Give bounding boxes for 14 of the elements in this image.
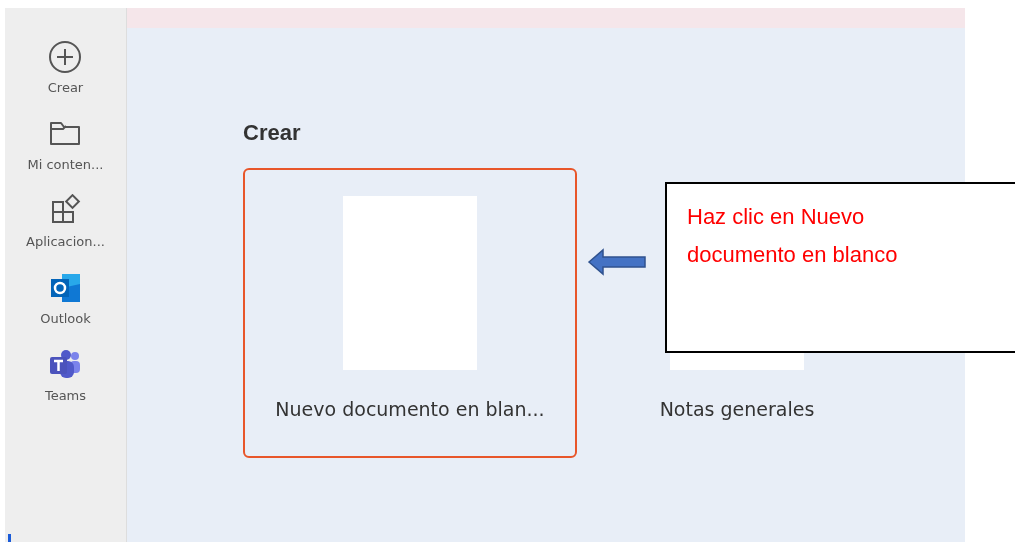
sidebar-item[interactable]: Outlook (40, 271, 91, 326)
left-arrow-icon (587, 248, 647, 276)
card-label: Nuevo documento en blan... (275, 398, 545, 420)
scroll-marker (8, 534, 11, 542)
sidebar-item[interactable]: Mi conten... (27, 117, 104, 172)
mail-app-icon (48, 271, 83, 305)
template-card[interactable]: Nuevo documento en blan... (243, 168, 577, 458)
callout-text: Haz clic en Nuevo documento en blanco (687, 204, 898, 267)
section-title: Crear (243, 120, 302, 146)
sidebar-item[interactable]: Teams (44, 348, 87, 403)
plus-circle-icon (48, 40, 83, 74)
sidebar-item[interactable]: Aplicacion... (26, 194, 105, 249)
card-label: Notas generales (659, 398, 815, 420)
sidebar-item[interactable]: Crear (47, 40, 84, 95)
